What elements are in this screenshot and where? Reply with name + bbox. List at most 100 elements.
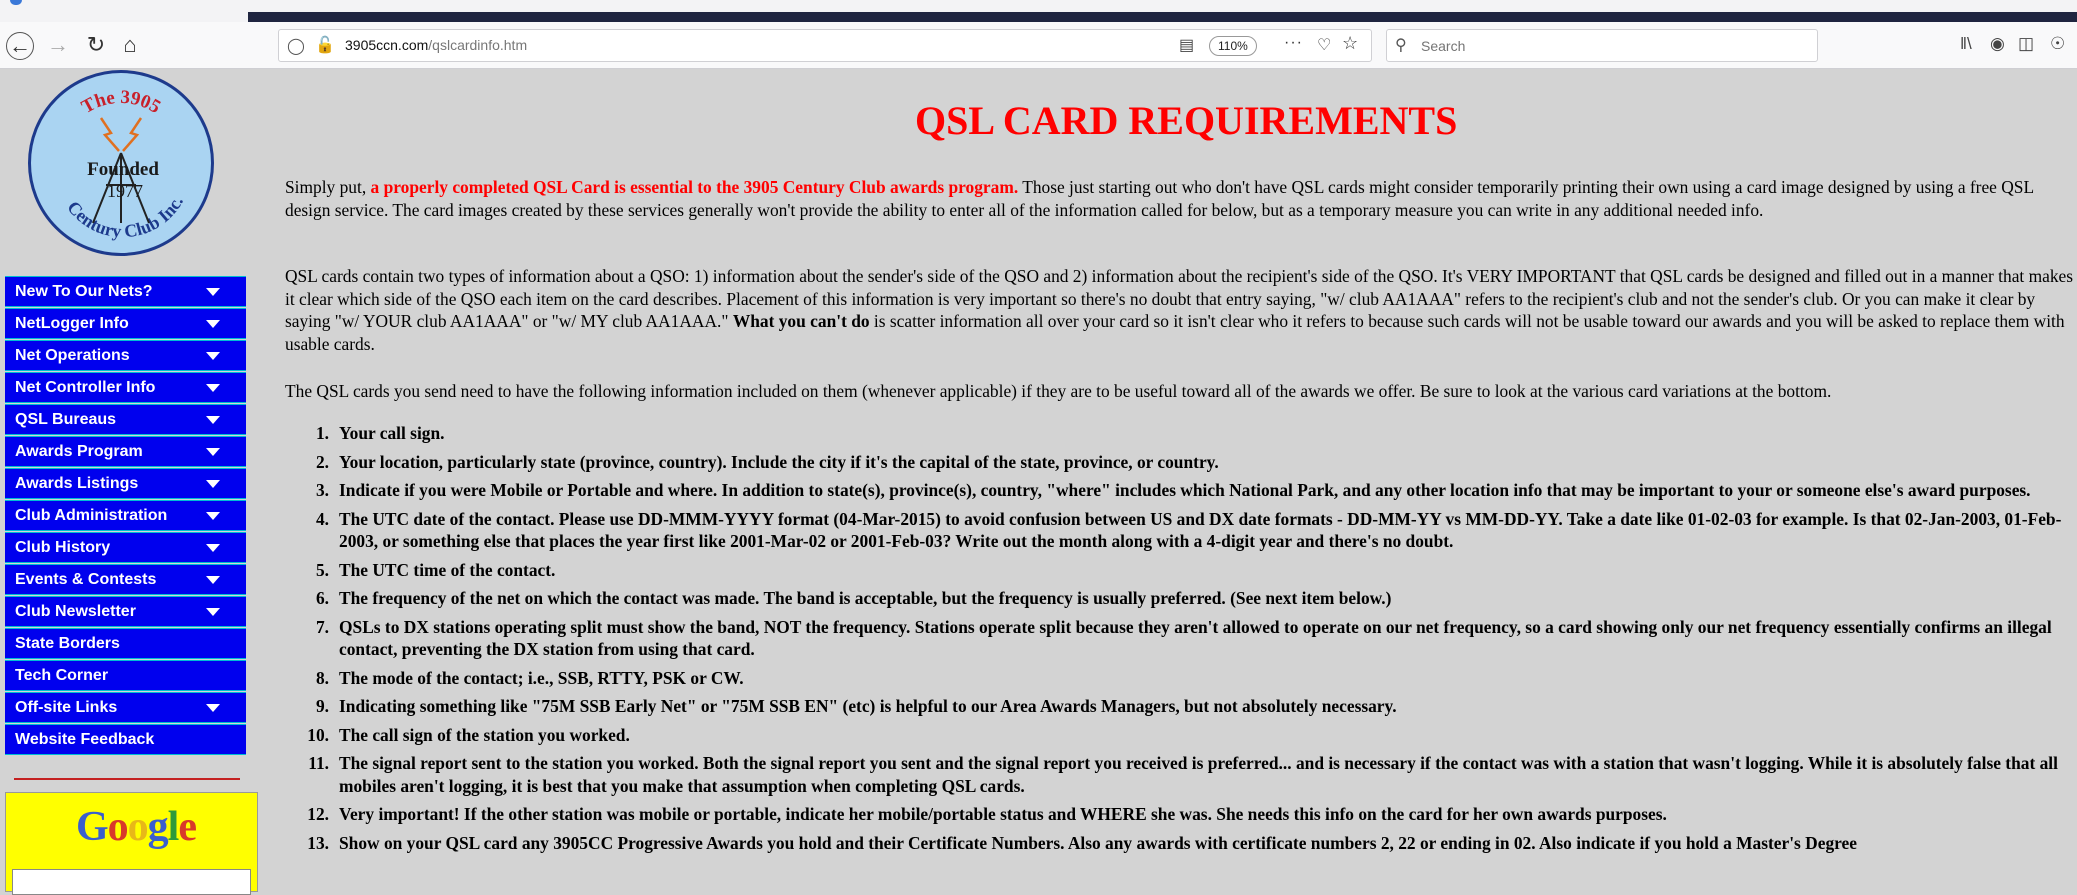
lightning-icon [99, 117, 143, 152]
forward-button[interactable]: → [44, 31, 72, 59]
browser-toolbar: ← → ↻ ⌂ ◯ 🔓 3905ccn.com/qslcardinfo.htm … [0, 22, 2077, 69]
intro-paragraph: Simply put, a properly completed QSL Car… [285, 177, 2034, 220]
requirement-number: 13. [307, 832, 329, 853]
requirement-text: The UTC time of the contact. [339, 559, 556, 580]
menu-item-club-history[interactable]: Club History [5, 532, 246, 563]
requirement-number: 5. [315, 559, 329, 580]
requirement-text: Indicate if you were Mobile or Portable … [339, 480, 2031, 500]
menu-item-tech-corner[interactable]: Tech Corner [5, 660, 246, 691]
bookmark-star-icon[interactable]: ☆ [1342, 33, 1358, 54]
reader-view-icon[interactable]: ▤ [1179, 35, 1194, 55]
menu-item-net-controller-info[interactable]: Net Controller Info [5, 372, 246, 403]
menu-item-label: Awards Listings [15, 475, 139, 492]
menu-item-netlogger-info[interactable]: NetLogger Info [5, 308, 246, 339]
arrow-right-icon: → [47, 32, 69, 57]
address-bar[interactable]: ◯ 🔓 3905ccn.com/qslcardinfo.htm ▤ 110% ·… [278, 29, 1372, 62]
arrow-left-icon: ← [9, 33, 31, 58]
sidebar-toggle-icon[interactable]: ◫ [2018, 34, 2034, 54]
caret-down-icon[interactable] [206, 448, 220, 456]
back-button[interactable]: ← [6, 32, 34, 60]
menu-item-website-feedback[interactable]: Website Feedback [5, 724, 246, 755]
club-logo[interactable]: The 3905 Century Club Inc. Founded 1977 [28, 70, 214, 256]
requirement-number: 3. [315, 480, 329, 500]
requirement-item: 10. The call sign of the station you work… [285, 724, 2075, 747]
home-button[interactable]: ⌂ [116, 31, 144, 59]
menu-item-new-to-our-nets[interactable]: New To Our Nets? [5, 276, 246, 307]
requirement-text: QSLs to DX stations operating split must… [339, 616, 2052, 660]
menu-item-state-borders[interactable]: State Borders [5, 628, 246, 659]
menu-item-label: Events & Contests [15, 571, 157, 588]
caret-down-icon[interactable] [206, 704, 220, 712]
tab-strip [0, 0, 2077, 22]
requirement-text: Very important! If the other station was… [339, 804, 1667, 824]
menu-item-events-contests[interactable]: Events & Contests [5, 564, 246, 595]
requirement-number: 9. [315, 696, 329, 716]
caret-down-icon[interactable] [206, 320, 220, 328]
sidebar-menu: New To Our Nets? NetLogger Info Net Operat… [5, 276, 246, 756]
menu-item-label: Net Operations [15, 347, 130, 364]
requirement-number: 7. [315, 616, 329, 637]
reload-button[interactable]: ↻ [82, 31, 110, 59]
caret-down-icon[interactable] [206, 512, 220, 520]
reload-icon: ↻ [86, 32, 106, 57]
search-input[interactable] [1419, 34, 1803, 58]
menu-item-label: Net Controller Info [15, 379, 156, 396]
insecure-lock-icon[interactable]: 🔓 [315, 35, 335, 55]
requirement-number: 2. [315, 451, 329, 472]
menu-item-club-newsletter[interactable]: Club Newsletter [5, 596, 246, 627]
menu-item-off-site-links[interactable]: Off-site Links [5, 692, 246, 723]
menu-item-net-operations[interactable]: Net Operations [5, 340, 246, 371]
caret-down-icon[interactable] [206, 384, 220, 392]
account-icon[interactable]: ◉ [1990, 34, 2005, 54]
requirement-number: 10. [307, 724, 329, 745]
requirement-number: 8. [315, 667, 329, 688]
zoom-indicator[interactable]: 110% [1209, 36, 1257, 56]
menu-item-awards-listings[interactable]: Awards Listings [5, 468, 246, 499]
requirement-text: The signal report sent to the station yo… [339, 753, 2058, 796]
intro-highlight: a properly completed QSL Card is essenti… [370, 177, 1019, 197]
requirement-text: The call sign of the station you worked. [339, 724, 630, 745]
requirement-text: Show on your QSL card any 3905CC Progres… [339, 832, 1857, 853]
menu-item-label: NetLogger Info [15, 315, 129, 332]
extension-icon[interactable]: ☉ [2050, 34, 2065, 54]
menu-item-awards-program[interactable]: Awards Program [5, 436, 246, 467]
menu-item-label: Off-site Links [15, 699, 118, 716]
requirements-list: 1. Your call sign. 2. Your location, partic… [285, 422, 2075, 860]
requirement-text: The frequency of the net on which the co… [339, 588, 1392, 608]
requirement-item: 4. The UTC date of the contact. Please us… [285, 508, 2075, 553]
caret-down-icon[interactable] [206, 416, 220, 424]
pocket-icon[interactable]: ♡ [1317, 35, 1331, 55]
menu-item-label: QSL Bureaus [15, 411, 117, 428]
menu-item-label: Website Feedback [15, 731, 155, 748]
shield-icon[interactable]: ◯ [287, 36, 305, 56]
search-box[interactable]: ⚲ [1386, 29, 1818, 62]
menu-item-label: New To Our Nets? [15, 283, 153, 300]
menu-item-label: Club History [15, 539, 111, 556]
requirement-text: The mode of the contact; i.e., SSB, RTTY… [339, 667, 744, 688]
caret-down-icon[interactable] [206, 288, 220, 296]
requirement-item: 1. Your call sign. [285, 422, 2075, 445]
caret-down-icon[interactable] [206, 352, 220, 360]
requirement-number: 6. [315, 588, 329, 608]
menu-item-club-administration[interactable]: Club Administration [5, 500, 246, 531]
page-actions-icon[interactable]: ··· [1284, 34, 1303, 52]
requirement-item: 2. Your location, particularly state (pro… [285, 451, 2075, 474]
google-logo: Google [76, 804, 197, 850]
caret-down-icon[interactable] [206, 576, 220, 584]
url-text[interactable]: 3905ccn.com/qslcardinfo.htm [345, 37, 527, 53]
requirement-number: 11. [308, 753, 329, 773]
menu-item-label: Club Newsletter [15, 603, 136, 620]
requirement-item: 8. The mode of the contact; i.e., SSB, RT… [285, 667, 2075, 690]
caret-down-icon[interactable] [206, 608, 220, 616]
requirement-item: 3. Indicate if you were Mobile or Portabl… [285, 479, 2075, 502]
tab-bar [248, 12, 2077, 22]
menu-item-label: Awards Program [15, 443, 143, 460]
library-icon[interactable]: ‖\ [1960, 34, 1972, 54]
menu-item-qsl-bureaus[interactable]: QSL Bureaus [5, 404, 246, 435]
requirement-number: 4. [315, 508, 329, 529]
caret-down-icon[interactable] [206, 480, 220, 488]
google-search-input[interactable] [12, 869, 251, 895]
caret-down-icon[interactable] [206, 544, 220, 552]
requirements-intro: The QSL cards you send need to have the … [285, 381, 1832, 401]
sidebar-divider [14, 778, 240, 780]
